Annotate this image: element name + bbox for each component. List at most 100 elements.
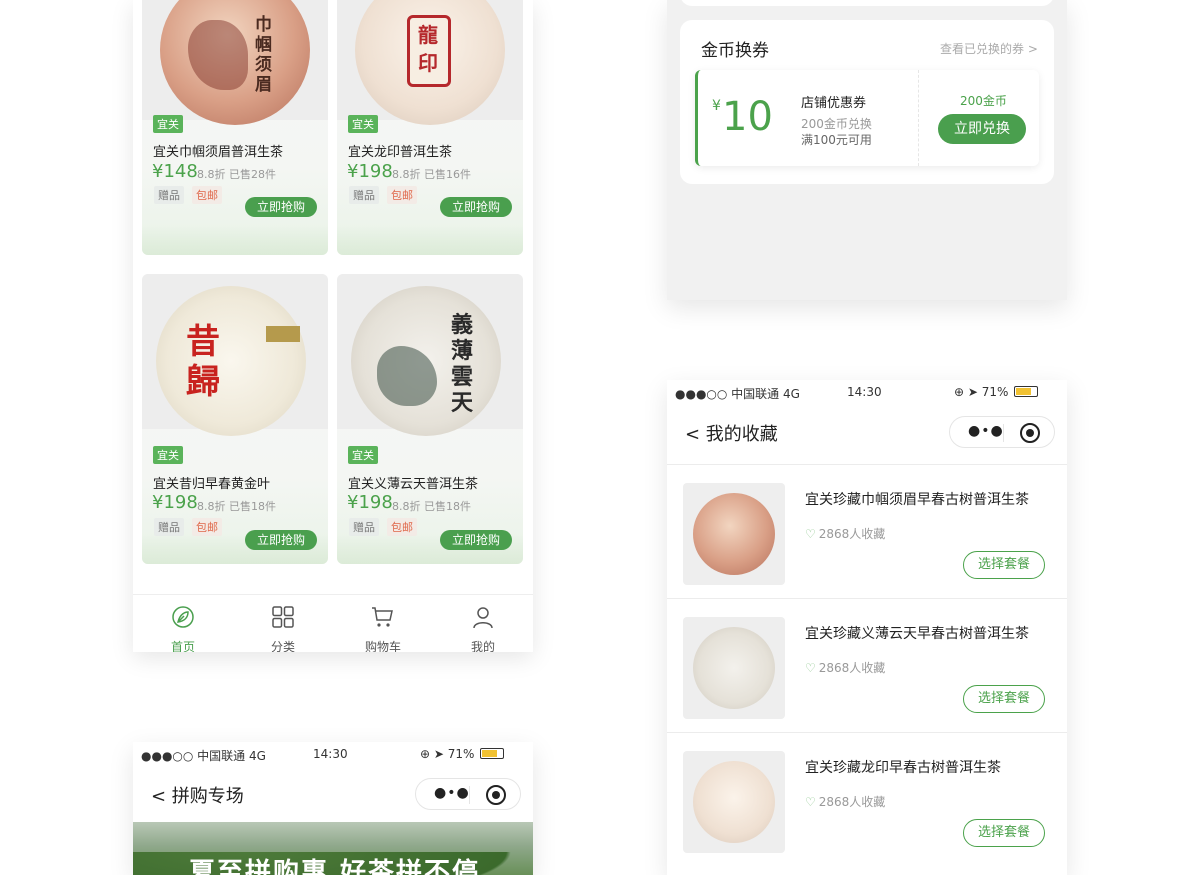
- carrier-signal: ●●●○○ 中国联通 4G: [675, 387, 800, 401]
- product-image-area: 昔歸: [142, 274, 328, 436]
- coin-price: 200金币: [960, 94, 1007, 108]
- status-time: 14:30: [847, 385, 882, 399]
- product-name: 宜关巾帼须眉普洱生茶: [153, 145, 284, 160]
- more-dots-icon[interactable]: ●•●: [968, 423, 1004, 439]
- card-wave-decoration: [142, 225, 328, 255]
- tab-label: 购物车: [364, 640, 401, 652]
- product-card[interactable]: 巾帼须眉 宜关 宜关巾帼须眉普洱生茶 ¥148 8.8折 已售28件 赠品 包邮…: [142, 0, 328, 255]
- free-shipping-tag: 包邮: [387, 186, 417, 204]
- nav-header: < 拼购专场 ●•●: [133, 766, 533, 822]
- product-meta: 8.8折 已售28件: [197, 168, 276, 181]
- favorite-name: 宜关珍藏义薄云天早春古树普洱生茶: [805, 626, 1029, 642]
- capsule-divider: [1003, 424, 1004, 442]
- battery-icon: [1014, 386, 1039, 397]
- coupon-panel: 金币换券 查看已兑换的券 > ¥ 10 店铺优惠券 200金币兑换 满100元可…: [680, 20, 1054, 184]
- status-time: 14:30: [313, 747, 348, 761]
- product-card[interactable]: 義薄雲天 宜关 宜关义薄云天普洱生茶 ¥198 8.8折 已售18件 赠品 包邮…: [337, 274, 523, 564]
- choose-package-button[interactable]: 选择套餐: [963, 819, 1045, 847]
- location-arrow-icon: ➤: [433, 747, 444, 761]
- tab-label: 我的: [470, 640, 495, 652]
- tab-category[interactable]: 分类: [233, 601, 333, 652]
- groupbuy-screen: ●●●○○ 中国联通 4G 14:30 ⊕ ➤ 71% < 拼购专场 ●•● 夏…: [133, 742, 533, 875]
- heart-icon: ♡: [805, 527, 816, 541]
- product-name: 宜关义薄云天普洱生茶: [348, 477, 479, 492]
- tea-cake-image: 龍印: [355, 0, 505, 125]
- gift-tag: 赠品: [349, 186, 379, 204]
- redeem-button[interactable]: 立即兑换: [938, 114, 1026, 144]
- coupon-divider: [918, 70, 919, 166]
- choose-package-button[interactable]: 选择套餐: [963, 685, 1045, 713]
- lock-rotation-icon: ⊕: [954, 385, 965, 399]
- heart-icon: ♡: [805, 661, 816, 675]
- battery-percent: 71%: [447, 747, 475, 761]
- buy-now-button[interactable]: 立即抢购: [440, 530, 512, 550]
- battery-icon: [480, 748, 505, 759]
- location-arrow-icon: ➤: [967, 385, 978, 399]
- close-target-icon[interactable]: [1020, 423, 1040, 443]
- free-shipping-tag: 包邮: [192, 186, 222, 204]
- brand-tag: 宜关: [153, 446, 183, 464]
- tea-cake-image: 義薄雲天: [351, 286, 501, 436]
- tea-cake-image: [693, 761, 775, 843]
- coupon-title: 店铺优惠券: [801, 96, 867, 111]
- card-wave-decoration: [337, 225, 523, 255]
- product-meta: 8.8折 已售18件: [197, 500, 276, 513]
- favorite-thumbnail: [683, 751, 785, 853]
- choose-package-button[interactable]: 选择套餐: [963, 551, 1045, 579]
- coupon-card: ¥ 10 店铺优惠券 200金币兑换 满100元可用 200金币 立即兑换: [695, 70, 1039, 166]
- product-price: ¥148: [152, 161, 198, 182]
- favorite-thumbnail: [683, 617, 785, 719]
- favorite-count: ♡ 2868人收藏: [805, 527, 886, 541]
- top-panel: [680, 0, 1054, 6]
- tab-cart[interactable]: 购物车: [333, 601, 433, 652]
- back-title-button[interactable]: < 拼购专场: [151, 782, 244, 808]
- leaf-icon: [172, 606, 194, 628]
- product-price: ¥198: [347, 492, 393, 513]
- banner-text: 夏至拼购惠 好茶拼不停: [189, 858, 481, 875]
- product-price: ¥198: [152, 492, 198, 513]
- close-target-icon[interactable]: [486, 785, 506, 805]
- tea-cake-image: [693, 627, 775, 709]
- promo-banner[interactable]: 夏至拼购惠 好茶拼不停: [133, 822, 533, 875]
- nav-header: < 我的收藏 ●•●: [667, 404, 1067, 460]
- lock-rotation-icon: ⊕: [420, 747, 431, 761]
- product-name: 宜关龙印普洱生茶: [348, 145, 453, 160]
- product-image-area: 龍印: [337, 0, 523, 125]
- tea-cake-image: 昔歸: [156, 286, 306, 436]
- buy-now-button[interactable]: 立即抢购: [245, 530, 317, 550]
- favorites-screen: ●●●○○ 中国联通 4G 14:30 ⊕ ➤ 71% < 我的收藏 ●•● 宜…: [667, 380, 1067, 875]
- view-redeemed-link[interactable]: 查看已兑换的券 >: [940, 40, 1038, 57]
- coupon-screen: 金币换券 查看已兑换的券 > ¥ 10 店铺优惠券 200金币兑换 满100元可…: [667, 0, 1067, 300]
- battery-percent: 71%: [981, 385, 1009, 399]
- coupon-amount: 10: [722, 94, 773, 140]
- more-dots-icon[interactable]: ●•●: [434, 785, 470, 801]
- status-right: ⊕ ➤ 71%: [420, 747, 505, 761]
- buy-now-button[interactable]: 立即抢购: [440, 197, 512, 217]
- status-bar: ●●●○○ 中国联通 4G 14:30 ⊕ ➤ 71%: [133, 742, 533, 766]
- mini-program-capsule: ●•●: [415, 778, 521, 810]
- tab-home[interactable]: 首页: [133, 601, 233, 652]
- tab-mine[interactable]: 我的: [433, 601, 533, 652]
- product-image-area: 巾帼须眉: [142, 0, 328, 125]
- gift-tag: 赠品: [154, 186, 184, 204]
- tea-cake-image: [693, 493, 775, 575]
- back-title-button[interactable]: < 我的收藏: [685, 420, 778, 446]
- cart-icon: [372, 607, 393, 627]
- tab-label: 首页: [170, 640, 195, 652]
- status-bar: ●●●○○ 中国联通 4G 14:30 ⊕ ➤ 71%: [667, 380, 1067, 404]
- section-title: 金币换券: [701, 41, 769, 61]
- product-image-area: 義薄雲天: [337, 274, 523, 436]
- favorite-count: ♡ 2868人收藏: [805, 661, 886, 675]
- mini-program-capsule: ●•●: [949, 416, 1055, 448]
- favorite-item[interactable]: 宜关珍藏龙印早春古树普洱生茶 ♡ 2868人收藏 选择套餐: [667, 732, 1067, 866]
- heart-icon: ♡: [805, 795, 816, 809]
- coupon-currency: ¥: [712, 98, 721, 114]
- favorite-item[interactable]: 宜关珍藏巾帼须眉早春古树普洱生茶 ♡ 2868人收藏 选择套餐: [667, 464, 1067, 598]
- product-card[interactable]: 昔歸 宜关 宜关昔归早春黄金叶 ¥198 8.8折 已售18件 赠品 包邮 立即…: [142, 274, 328, 564]
- buy-now-button[interactable]: 立即抢购: [245, 197, 317, 217]
- tea-cake-image: 巾帼须眉: [160, 0, 310, 125]
- product-grid-screen: 巾帼须眉 宜关 宜关巾帼须眉普洱生茶 ¥148 8.8折 已售28件 赠品 包邮…: [133, 0, 533, 652]
- product-name: 宜关昔归早春黄金叶: [153, 477, 271, 492]
- product-card[interactable]: 龍印 宜关 宜关龙印普洱生茶 ¥198 8.8折 已售16件 赠品 包邮 立即抢…: [337, 0, 523, 255]
- favorite-item[interactable]: 宜关珍藏义薄云天早春古树普洱生茶 ♡ 2868人收藏 选择套餐: [667, 598, 1067, 732]
